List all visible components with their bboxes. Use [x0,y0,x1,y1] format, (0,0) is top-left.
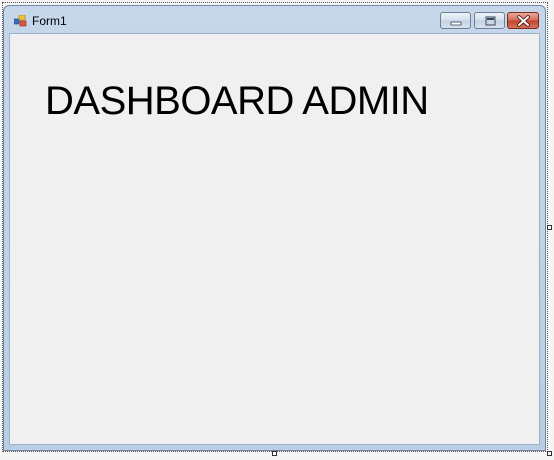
form-window[interactable]: Form1 DASHBOARD ADMIN [3,5,546,451]
minimize-button[interactable] [440,12,471,29]
resize-handle-bottom[interactable] [272,451,277,456]
window-title: Form1 [32,14,67,28]
designer-canvas: Form1 DASHBOARD ADMIN [0,0,554,460]
minimize-icon [450,21,462,26]
form-client-area: DASHBOARD ADMIN [9,33,540,445]
form-icon [13,14,27,27]
resize-handle-corner[interactable] [547,451,552,456]
title-bar[interactable]: Form1 [4,6,545,33]
close-button[interactable] [507,12,539,29]
maximize-button[interactable] [474,12,505,29]
maximize-icon [485,16,496,26]
close-icon [517,15,530,27]
resize-handle-right[interactable] [547,225,552,230]
dashboard-heading-label: DASHBOARD ADMIN [45,79,429,123]
